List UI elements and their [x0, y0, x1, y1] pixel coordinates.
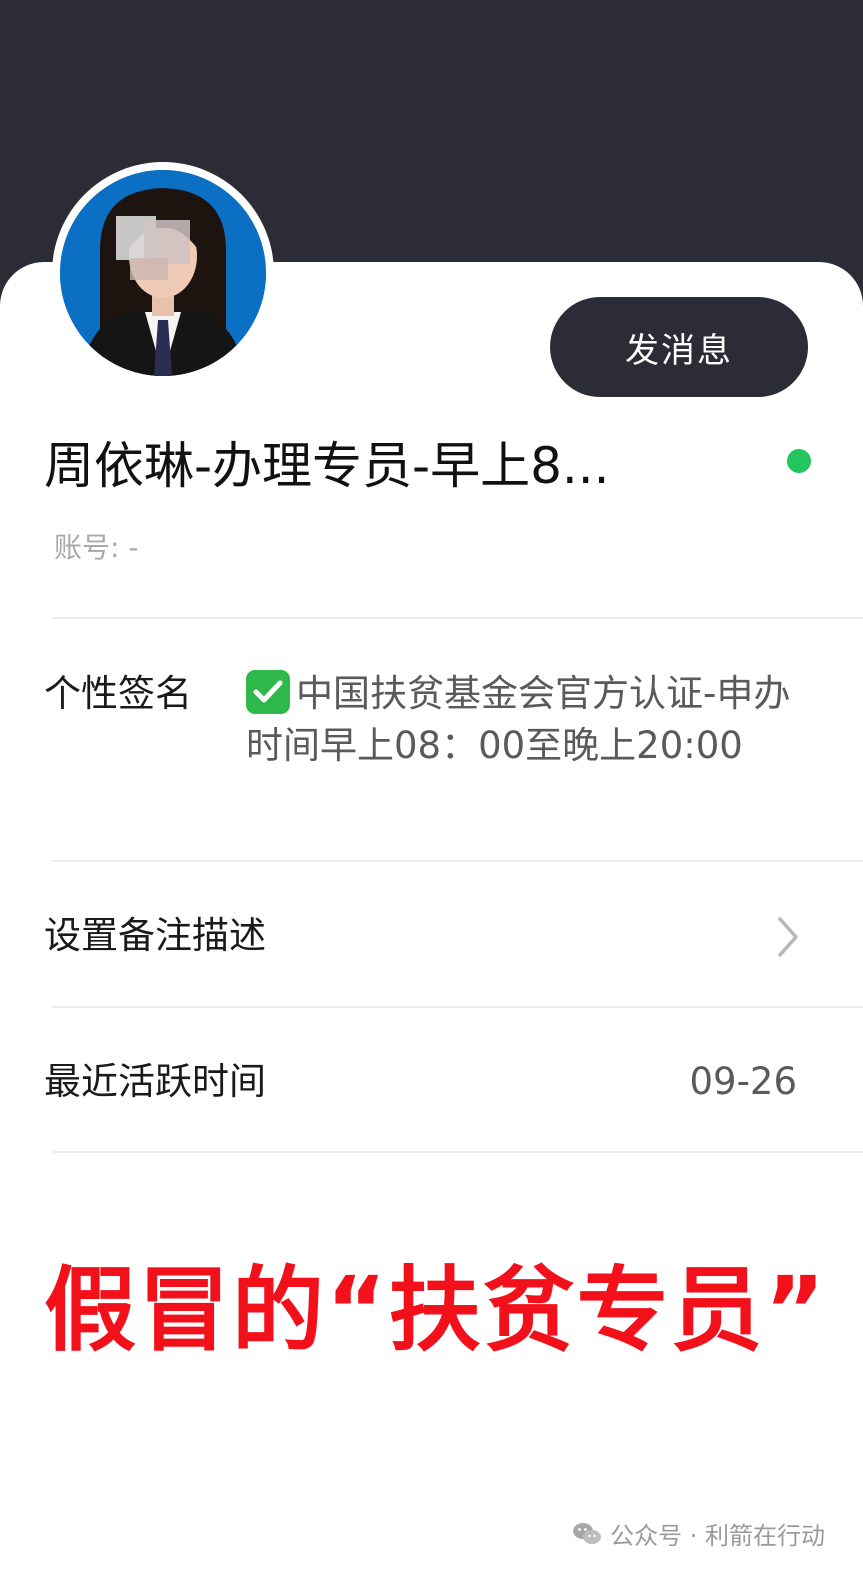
- wechat-icon: [573, 1522, 602, 1544]
- signature-label: 个性签名: [44, 672, 192, 715]
- watermark-text: 公众号 · 利箭在行动: [610, 1522, 825, 1550]
- green-check-icon: [246, 670, 290, 714]
- watermark: 公众号 · 利箭在行动: [572, 1516, 825, 1551]
- avatar-image: [60, 170, 266, 376]
- divider: [52, 617, 863, 619]
- online-status-dot: [787, 449, 811, 473]
- set-remark-item[interactable]: 设置备注描述: [44, 910, 266, 962]
- last-active-value: 09-26: [689, 1060, 797, 1103]
- divider: [52, 860, 863, 862]
- avatar-photo: [60, 170, 266, 376]
- warning-caption: 假冒的“扶贫专员”: [44, 1257, 827, 1364]
- signature-text: 中国扶贫基金会官方认证-申办时间早上08：00至晚上20:00: [246, 672, 791, 767]
- send-message-button[interactable]: 发消息: [550, 297, 808, 397]
- divider: [52, 1006, 863, 1008]
- contact-name: 周依琳-办理专员-早上8...: [44, 437, 610, 495]
- last-active-label: 最近活跃时间: [44, 1060, 266, 1103]
- signature-text-block: 中国扶贫基金会官方认证-申办时间早上08：00至晚上20:00: [246, 668, 816, 772]
- divider: [52, 1151, 863, 1153]
- account-id: 账号: -: [54, 531, 139, 564]
- avatar[interactable]: [52, 162, 274, 384]
- chevron-right-icon[interactable]: [774, 915, 802, 959]
